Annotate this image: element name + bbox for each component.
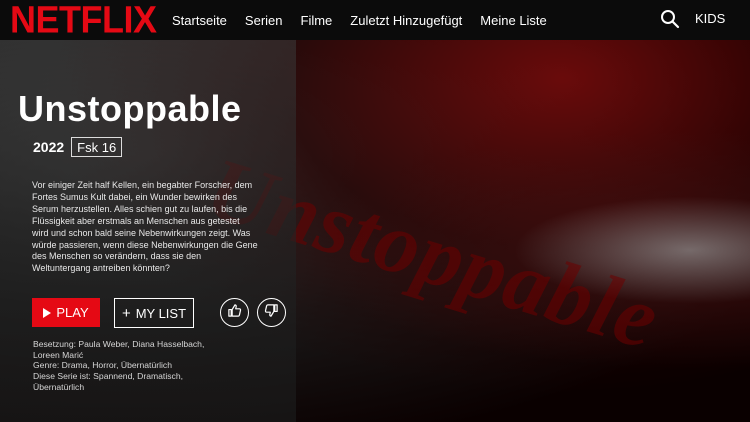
plus-icon: + xyxy=(121,304,131,322)
cast-info: Besetzung: Paula Weber, Diana Hasselbach… xyxy=(33,339,205,360)
main-nav: Startseite Serien Filme Zuletzt Hinzugef… xyxy=(172,0,565,40)
thumbs-up-button[interactable] xyxy=(220,298,249,327)
netflix-logo[interactable]: NETFLIX xyxy=(10,0,157,41)
nav-item-serien[interactable]: Serien xyxy=(245,13,283,28)
age-rating-badge: Fsk 16 xyxy=(71,137,123,157)
thumbs-down-button[interactable] xyxy=(257,298,286,327)
genre-info: Genre: Drama, Horror, Übernatürlich xyxy=(33,360,172,371)
thumbs-down-icon xyxy=(264,303,279,323)
play-button-label: PLAY xyxy=(56,305,89,320)
play-icon xyxy=(43,307,52,318)
show-title: Unstoppable xyxy=(18,88,242,129)
thumbs-up-icon xyxy=(227,303,242,323)
show-details: Besetzung: Paula Weber, Diana Hasselbach… xyxy=(33,339,223,393)
nav-item-filme[interactable]: Filme xyxy=(301,13,333,28)
kids-link[interactable]: KIDS xyxy=(695,11,725,26)
show-meta: 2022 Fsk 16 xyxy=(33,137,123,157)
search-icon[interactable] xyxy=(660,9,680,29)
play-button[interactable]: PLAY xyxy=(32,298,100,327)
my-list-button-label: MY LIST xyxy=(135,305,187,321)
nav-item-startseite[interactable]: Startseite xyxy=(172,13,227,28)
top-navigation-bar: NETFLIX Startseite Serien Filme Zuletzt … xyxy=(0,0,750,40)
release-year: 2022 xyxy=(33,139,65,155)
nav-item-meine-liste[interactable]: Meine Liste xyxy=(480,13,546,28)
my-list-button[interactable]: + MY LIST xyxy=(114,298,194,328)
show-synopsis: Vor einiger Zeit half Kellen, ein begabt… xyxy=(32,180,258,274)
nav-item-zuletzt-hinzugefuegt[interactable]: Zuletzt Hinzugefügt xyxy=(350,13,462,28)
series-traits-info: Diese Serie ist: Spannend, Dramatisch, Ü… xyxy=(33,371,183,392)
